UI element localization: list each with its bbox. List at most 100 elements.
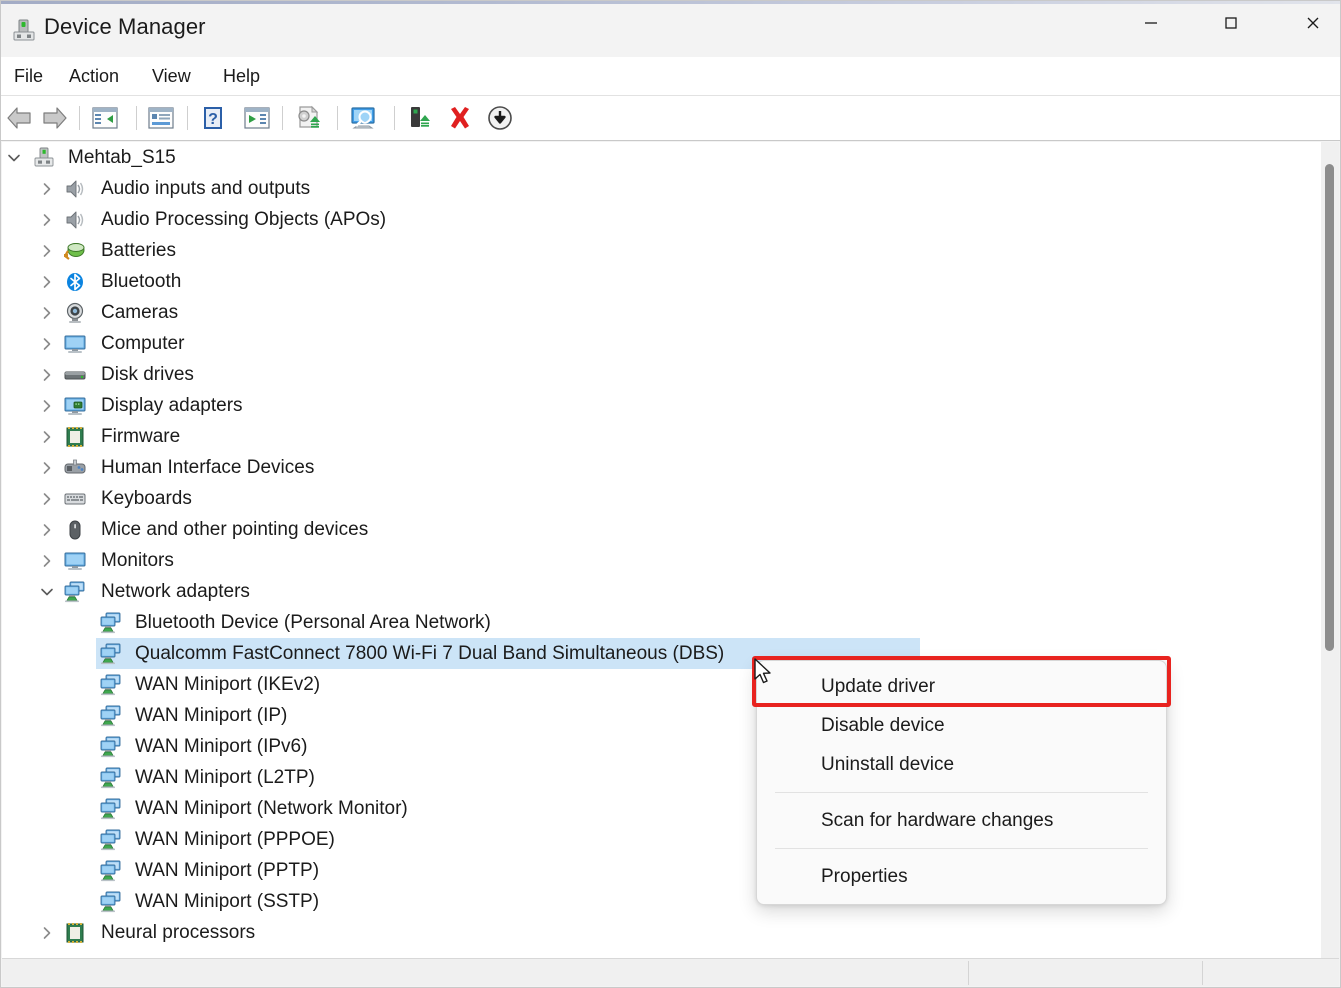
- maximize-button[interactable]: [1200, 1, 1262, 45]
- display-adapter-icon: [64, 395, 86, 417]
- tree-row-label: Firmware: [101, 426, 181, 447]
- chevron-right-icon[interactable]: [38, 490, 56, 508]
- back-icon[interactable]: [1, 101, 37, 135]
- chevron-right-icon[interactable]: [38, 924, 56, 942]
- tree-row-label: Network adapters: [101, 581, 250, 602]
- chevron-right-icon[interactable]: [38, 335, 56, 353]
- tree-row[interactable]: Audio Processing Objects (APOs): [2, 204, 1339, 235]
- tree-row-label: Bluetooth Device (Personal Area Network): [135, 612, 491, 633]
- minimize-button[interactable]: [1120, 1, 1182, 45]
- enable-device-icon[interactable]: [401, 101, 437, 135]
- menu-action[interactable]: Action: [62, 65, 126, 91]
- vertical-scrollbar[interactable]: [1321, 142, 1339, 960]
- network-adapter-icon: [100, 829, 122, 851]
- tree-row[interactable]: Monitors: [2, 545, 1339, 576]
- menu-file[interactable]: File: [7, 65, 50, 91]
- tree-row-label: Monitors: [101, 550, 174, 571]
- tree-row-label: WAN Miniport (PPPOE): [135, 829, 335, 850]
- scrollbar-thumb[interactable]: [1325, 164, 1334, 651]
- tree-row[interactable]: Display adapters: [2, 390, 1339, 421]
- chevron-right-icon[interactable]: [38, 304, 56, 322]
- menu-help[interactable]: Help: [216, 65, 267, 91]
- chevron-right-icon[interactable]: [38, 397, 56, 415]
- context-menu-item-scan-for-hardware-changes[interactable]: Scan for hardware changes: [757, 801, 1166, 840]
- uninstall-device-icon[interactable]: [442, 101, 478, 135]
- tree-row[interactable]: Batteries: [2, 235, 1339, 266]
- toolbar-separator-4: [282, 106, 283, 130]
- chevron-right-icon[interactable]: [38, 521, 56, 539]
- tree-row[interactable]: Keyboards: [2, 483, 1339, 514]
- chevron-right-icon[interactable]: [38, 459, 56, 477]
- tree-row-label: WAN Miniport (IKEv2): [135, 674, 321, 695]
- toolbar-separator-6: [394, 106, 395, 130]
- network-adapter-icon: [100, 705, 122, 727]
- forward-icon[interactable]: [37, 101, 73, 135]
- device-context-menu[interactable]: Update driver Disable device Uninstall dev…: [756, 660, 1167, 905]
- properties-icon[interactable]: [143, 101, 179, 135]
- menu-bar: File Action View Help: [1, 57, 1340, 96]
- toolbar-separator-5: [337, 106, 338, 130]
- tree-row[interactable]: Disk drives: [2, 359, 1339, 390]
- tree-row-label: Computer: [101, 333, 185, 354]
- bluetooth-icon: [64, 271, 86, 293]
- chevron-right-icon[interactable]: [38, 180, 56, 198]
- tree-row-label: Neural processors: [101, 922, 256, 943]
- chevron-right-icon[interactable]: [38, 273, 56, 291]
- show-hide-console-tree-icon[interactable]: [87, 101, 123, 135]
- disable-device-icon[interactable]: [482, 101, 518, 135]
- network-adapter-icon: [100, 798, 122, 820]
- network-adapter-icon: [100, 736, 122, 758]
- close-button[interactable]: [1282, 1, 1341, 45]
- show-hide-action-pane-icon[interactable]: [239, 101, 275, 135]
- camera-icon: [64, 302, 86, 324]
- disk-drive-icon: [64, 364, 86, 386]
- toolbar: ?: [1, 96, 1340, 141]
- tree-row-label: Cameras: [101, 302, 179, 323]
- toolbar-separator-3: [187, 106, 188, 130]
- tree-row-label: WAN Miniport (PPTP): [135, 860, 320, 881]
- network-adapter-icon: [100, 860, 122, 882]
- tree-row[interactable]: Neural processors: [2, 917, 1339, 948]
- tree-row[interactable]: Bluetooth Device (Personal Area Network): [2, 607, 1339, 638]
- menu-view[interactable]: View: [145, 65, 198, 91]
- device-manager-window: Device Manager File Action View Help ? Meht…: [0, 0, 1341, 988]
- context-menu-item-uninstall-device[interactable]: Uninstall device: [757, 745, 1166, 784]
- chevron-right-icon[interactable]: [38, 428, 56, 446]
- network-adapter-icon: [100, 891, 122, 913]
- tree-row[interactable]: Mehtab_S15: [2, 142, 1339, 173]
- context-menu-item-disable-device[interactable]: Disable device: [757, 706, 1166, 745]
- chevron-right-icon[interactable]: [38, 211, 56, 229]
- device-manager-icon: [11, 17, 37, 43]
- tree-row-label: WAN Miniport (L2TP): [135, 767, 315, 788]
- chevron-right-icon[interactable]: [38, 366, 56, 384]
- chevron-down-icon[interactable]: [38, 583, 56, 601]
- speaker-icon: [64, 209, 86, 231]
- context-menu-separator: [775, 792, 1148, 793]
- chevron-down-icon[interactable]: [5, 149, 23, 167]
- tree-row-label: Qualcomm FastConnect 7800 Wi-Fi 7 Dual B…: [135, 643, 725, 664]
- tree-row[interactable]: Computer: [2, 328, 1339, 359]
- tree-row[interactable]: Bluetooth: [2, 266, 1339, 297]
- context-menu-item-properties[interactable]: Properties: [757, 857, 1166, 896]
- window-title: Device Manager: [44, 14, 206, 39]
- tree-row[interactable]: Network adapters: [2, 576, 1339, 607]
- network-adapter-icon: [64, 581, 86, 603]
- scan-hardware-changes-icon[interactable]: [345, 101, 381, 135]
- help-icon[interactable]: ?: [195, 101, 231, 135]
- tree-row[interactable]: Audio inputs and outputs: [2, 173, 1339, 204]
- toolbar-separator-2: [136, 106, 137, 130]
- network-adapter-icon: [100, 767, 122, 789]
- update-driver-icon[interactable]: [290, 101, 326, 135]
- context-menu-separator: [775, 848, 1148, 849]
- context-menu-item-update-driver[interactable]: Update driver: [757, 667, 1166, 706]
- chevron-right-icon[interactable]: [38, 552, 56, 570]
- tree-row[interactable]: Mice and other pointing devices: [2, 514, 1339, 545]
- tree-row[interactable]: Firmware: [2, 421, 1339, 452]
- status-divider-1: [968, 961, 969, 985]
- toolbar-separator-1: [79, 106, 80, 130]
- title-bar: Device Manager: [1, 1, 1340, 57]
- chevron-right-icon[interactable]: [38, 242, 56, 260]
- tree-row[interactable]: Human Interface Devices: [2, 452, 1339, 483]
- tree-row[interactable]: Cameras: [2, 297, 1339, 328]
- mouse-icon: [64, 519, 86, 541]
